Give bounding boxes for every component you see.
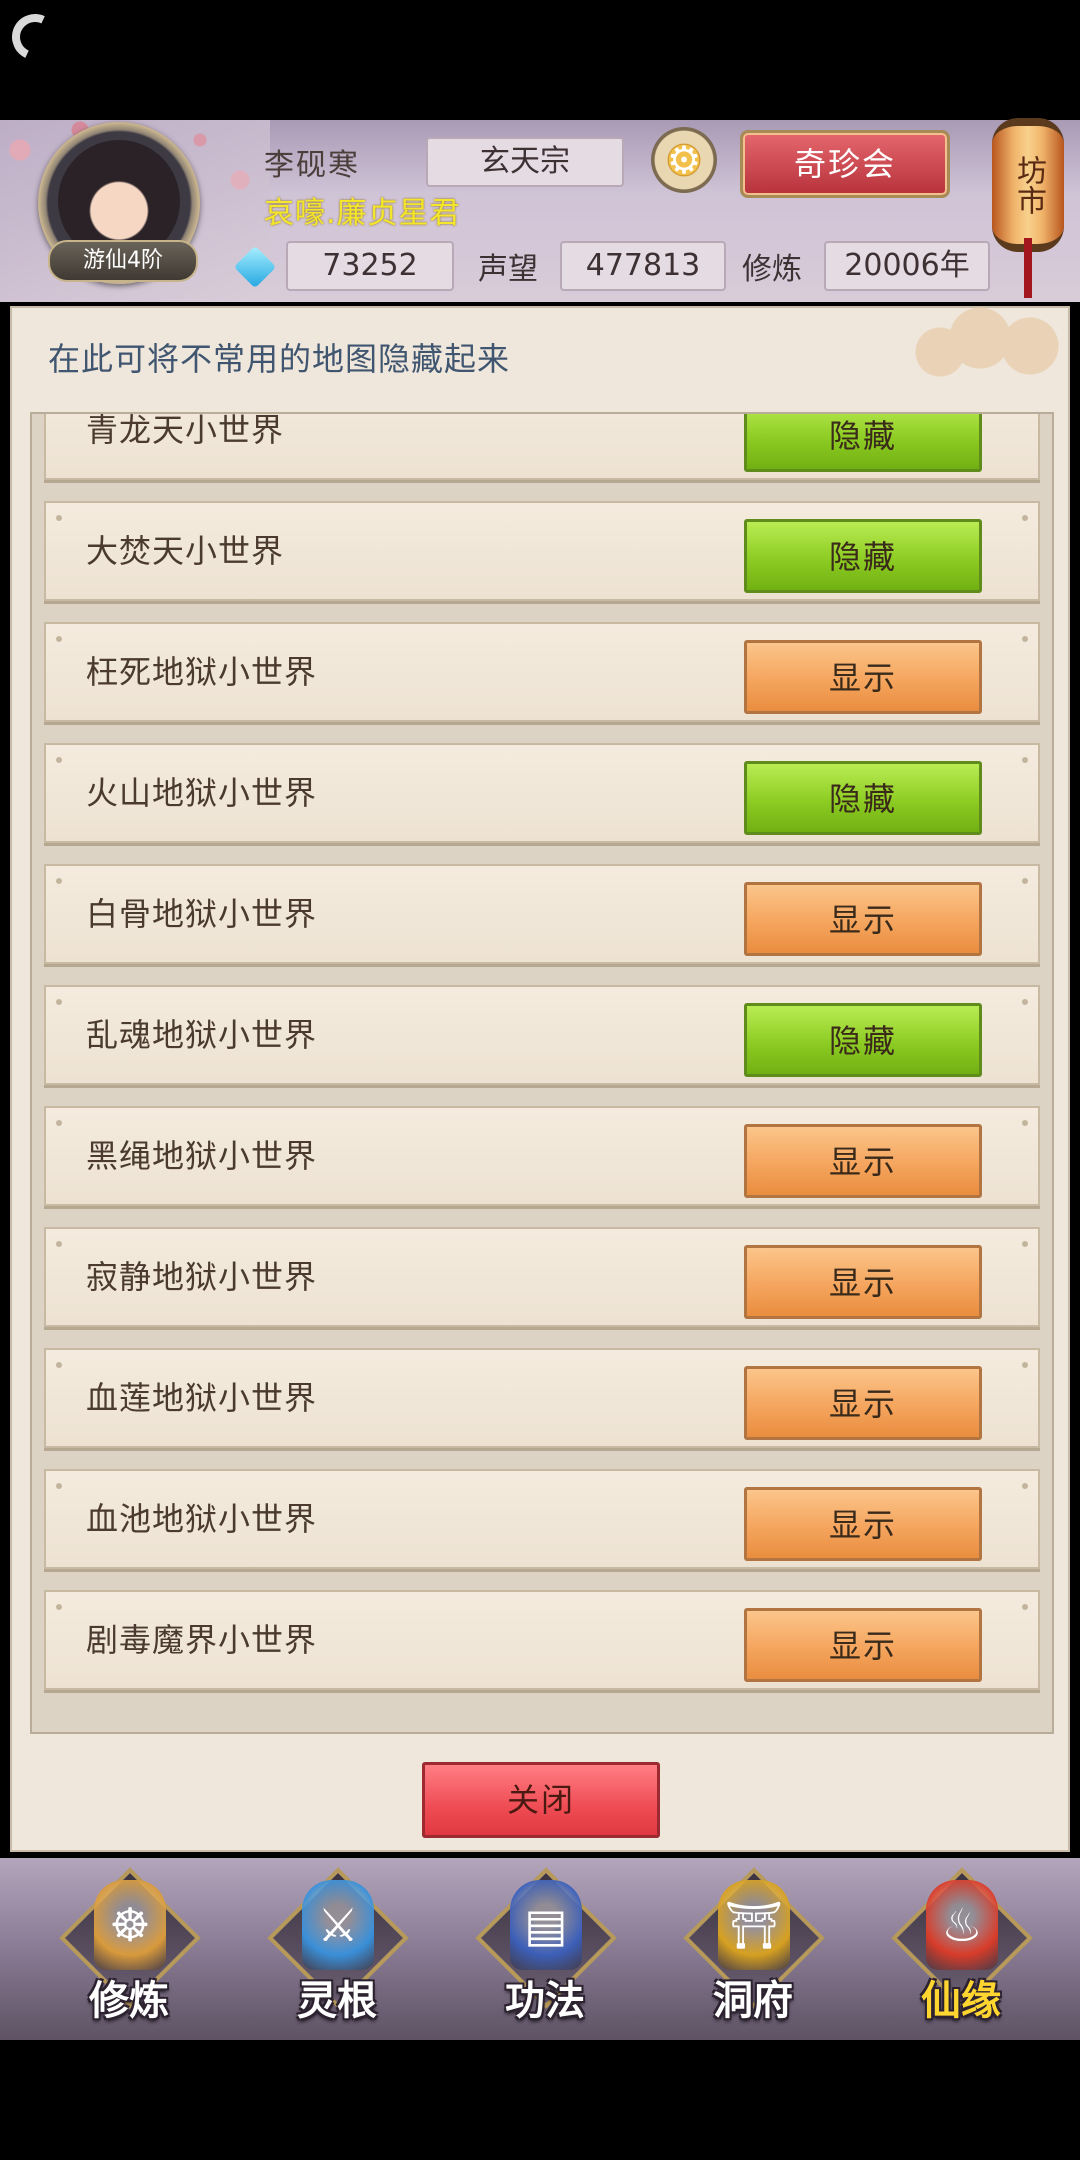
map-row: 黑绳地狱小世界 显示: [44, 1106, 1040, 1206]
treasure-market-button[interactable]: 奇珍会: [740, 130, 950, 198]
hide-map-button[interactable]: 隐藏: [744, 1003, 982, 1077]
hide-map-button[interactable]: 隐藏: [744, 414, 982, 472]
map-name: 寂静地狱小世界: [86, 1258, 318, 1296]
nav-item-5[interactable]: ♨ 仙缘: [886, 1867, 1036, 2034]
map-name: 黑绳地狱小世界: [86, 1137, 318, 1175]
map-name: 乱魂地狱小世界: [86, 1016, 318, 1054]
gourd-icon: ♨: [926, 1880, 998, 1970]
rank-badge: 游仙4阶: [48, 240, 198, 282]
gear-icon: ⚙: [666, 138, 702, 182]
map-row: 青龙天小世界 隐藏: [44, 412, 1040, 480]
nav-item-2[interactable]: ⚔ 灵根: [262, 1867, 412, 2034]
cultivation-value: 20006年: [824, 241, 990, 291]
nav-item-1[interactable]: ☸ 修炼: [54, 1867, 204, 2034]
map-row: 火山地狱小世界 隐藏: [44, 743, 1040, 843]
nav-item-4[interactable]: ⛩ 洞府: [678, 1867, 828, 2034]
show-map-button[interactable]: 显示: [744, 1487, 982, 1561]
nav-label: 修炼: [89, 1978, 169, 2024]
map-name: 剧毒魔界小世界: [86, 1621, 318, 1659]
loading-spinner-icon: [5, 7, 65, 67]
market-lantern-button[interactable]: 坊市: [992, 118, 1064, 252]
map-row: 大焚天小世界 隐藏: [44, 501, 1040, 601]
nav-label: 仙缘: [921, 1978, 1001, 2024]
lantern-text: 坊市: [1011, 155, 1046, 215]
map-row: 枉死地狱小世界 显示: [44, 622, 1040, 722]
scroll-book-icon: ▤: [510, 1880, 582, 1970]
reputation-value: 477813: [560, 241, 726, 291]
cultivation-label: 修炼: [742, 252, 802, 287]
hide-map-button[interactable]: 隐藏: [744, 519, 982, 593]
map-row: 白骨地狱小世界 显示: [44, 864, 1040, 964]
nav-item-3[interactable]: ▤ 功法: [470, 1867, 620, 2034]
player-title: 哀嚎.廉贞星君: [264, 196, 461, 231]
reputation-label: 声望: [478, 252, 538, 287]
map-visibility-panel: 在此可将不常用的地图隐藏起来 青龙天小世界 隐藏 大焚天小世界 隐藏 枉死地狱小世界 显示…: [10, 302, 1070, 1852]
map-name: 大焚天小世界: [86, 532, 285, 570]
map-list-scroll[interactable]: 青龙天小世界 隐藏 大焚天小世界 隐藏 枉死地狱小世界 显示 火山地狱小世界 隐藏 白骨地狱小世…: [32, 414, 1052, 1732]
show-map-button[interactable]: 显示: [744, 882, 982, 956]
show-map-button[interactable]: 显示: [744, 1245, 982, 1319]
pagoda-icon: ⛩: [718, 1880, 790, 1970]
map-row: 血莲地狱小世界 显示: [44, 1348, 1040, 1448]
nav-label: 灵根: [297, 1978, 377, 2024]
map-name: 血池地狱小世界: [86, 1500, 318, 1538]
map-row: 剧毒魔界小世界 显示: [44, 1590, 1040, 1690]
sword-yinyang-icon: ⚔: [302, 1880, 374, 1970]
nav-label: 洞府: [713, 1978, 793, 2024]
show-map-button[interactable]: 显示: [744, 1608, 982, 1682]
show-map-button[interactable]: 显示: [744, 1124, 982, 1198]
show-map-button[interactable]: 显示: [744, 640, 982, 714]
map-row: 乱魂地狱小世界 隐藏: [44, 985, 1040, 1085]
lantern-tassel: [1024, 238, 1032, 298]
gem-count: 73252: [286, 241, 454, 291]
nav-label: 功法: [505, 1978, 585, 2024]
map-name: 火山地狱小世界: [86, 774, 318, 812]
close-button[interactable]: 关闭: [422, 1762, 660, 1838]
cloud-decoration: [900, 302, 1070, 382]
settings-button[interactable]: ⚙: [651, 127, 717, 193]
player-name: 李砚寒: [264, 148, 360, 183]
sect-name: 玄天宗: [426, 137, 624, 187]
map-row: 寂静地狱小世界 显示: [44, 1227, 1040, 1327]
map-name: 枉死地狱小世界: [86, 653, 318, 691]
bottom-nav: ☸ 修炼 ⚔ 灵根 ▤ 功法 ⛩ 洞府 ♨ 仙缘: [0, 1858, 1080, 2040]
map-name: 白骨地狱小世界: [86, 895, 318, 933]
show-map-button[interactable]: 显示: [744, 1366, 982, 1440]
map-name: 血莲地狱小世界: [86, 1379, 318, 1417]
map-name: 青龙天小世界: [86, 412, 285, 449]
map-row: 血池地狱小世界 显示: [44, 1469, 1040, 1569]
meditating-figure-icon: ☸: [94, 1880, 166, 1970]
hide-map-button[interactable]: 隐藏: [744, 761, 982, 835]
panel-hint: 在此可将不常用的地图隐藏起来: [48, 340, 511, 378]
map-list[interactable]: 青龙天小世界 隐藏 大焚天小世界 隐藏 枉死地狱小世界 显示 火山地狱小世界 隐藏 白骨地狱小世…: [30, 412, 1054, 1734]
